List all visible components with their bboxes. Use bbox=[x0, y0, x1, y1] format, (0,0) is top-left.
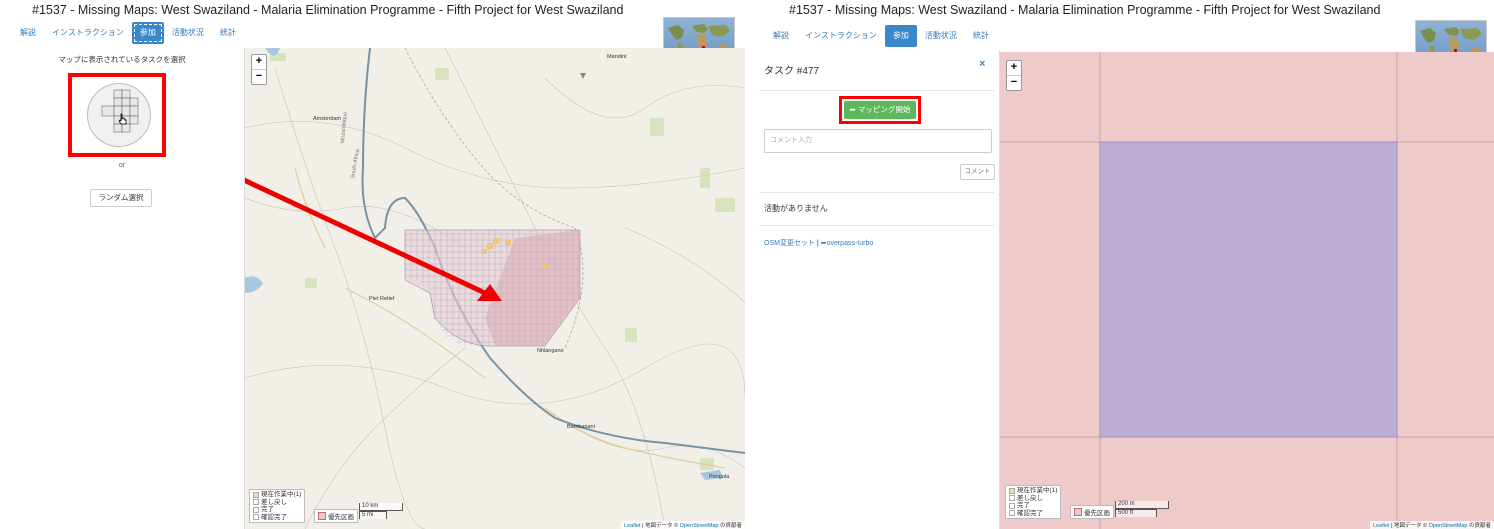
divider bbox=[759, 90, 994, 91]
start-mapping-label: マッピング開始 bbox=[857, 105, 911, 114]
task-sidebar: タスク #477 × ➦ マッピング開始 コメント入力 コメント 活動がありませ… bbox=[749, 50, 1000, 529]
project-title: #1537 - Missing Maps: West Swaziland - M… bbox=[789, 3, 1381, 17]
or-separator: or bbox=[118, 162, 126, 169]
zoom-in-button[interactable]: + bbox=[1007, 61, 1021, 75]
tab-instructions[interactable]: インストラクション bbox=[44, 22, 132, 44]
legend-validated: 確認完了 bbox=[261, 513, 287, 521]
place-label-amsterdam: Amsterdam bbox=[313, 116, 342, 122]
task-overview-minimap[interactable] bbox=[87, 83, 151, 147]
legend-swatch-priority bbox=[318, 512, 326, 520]
task-links: OSM変更セット | ➦overpass-turbo bbox=[764, 238, 873, 248]
legend-validated: 確認完了 bbox=[1017, 509, 1043, 517]
scale-bar: 200 m 500 ft bbox=[1115, 501, 1169, 517]
place-label-nhlangano: Nhlangano bbox=[537, 348, 564, 354]
highlight-box-minimap bbox=[68, 73, 166, 157]
legend-swatch-locked bbox=[253, 491, 259, 498]
legend-swatch-invalidated bbox=[1009, 495, 1015, 502]
tab-contribute[interactable]: 参加 bbox=[884, 25, 917, 47]
zoom-out-button[interactable]: − bbox=[1007, 75, 1021, 90]
start-mapping-button[interactable]: ➦ マッピング開始 bbox=[844, 101, 916, 119]
map-legend: 現在作業中(1) 差し戻し 完了 確認完了 bbox=[249, 489, 306, 523]
comment-button[interactable]: コメント bbox=[960, 164, 995, 180]
leaflet-link[interactable]: Leaflet bbox=[624, 523, 641, 529]
task-selection-sidebar: マップに表示されているタスクを選択 or ランダム選択 bbox=[0, 48, 245, 529]
legend-invalidated: 差し戻し bbox=[1017, 494, 1043, 502]
osm-link[interactable]: OpenStreetMap bbox=[1429, 523, 1468, 529]
zoom-control: + − bbox=[1006, 60, 1022, 91]
legend-invalidated: 差し戻し bbox=[261, 498, 287, 506]
map-attribution: Leaflet | 地図データ © OpenStreetMap の貢献者 bbox=[621, 521, 745, 529]
legend-swatch-validated bbox=[253, 514, 259, 521]
scale-imperial: 5 mi bbox=[359, 511, 387, 519]
place-label-mandini: Mandini bbox=[607, 54, 627, 60]
attribution-suffix: の貢献者 bbox=[718, 523, 742, 529]
attribution-text: | 地図データ © bbox=[640, 523, 680, 529]
link-separator: | bbox=[816, 240, 819, 247]
project-tabs: 解説 インストラクション 参加 活動状況 統計 bbox=[765, 25, 997, 47]
osm-changesets-link[interactable]: OSM変更セット bbox=[764, 240, 815, 247]
scale-imperial: 500 ft bbox=[1115, 509, 1157, 517]
highlight-box-start: ➦ マッピング開始 bbox=[839, 96, 921, 124]
legend-done: 完了 bbox=[261, 506, 274, 513]
tab-activity[interactable]: 活動状況 bbox=[164, 22, 212, 44]
place-label-pongola: Pongola bbox=[709, 474, 730, 480]
legend-swatch-done bbox=[253, 506, 259, 513]
selected-task-cell[interactable] bbox=[1099, 141, 1398, 438]
zoom-out-button[interactable]: − bbox=[252, 69, 266, 84]
attribution-text: | 地図データ © bbox=[1389, 523, 1429, 529]
legend-priority: 優先区画 bbox=[328, 514, 354, 521]
task-cells bbox=[1000, 52, 1494, 529]
osm-link[interactable]: OpenStreetMap bbox=[680, 523, 719, 529]
project-map[interactable]: Mandini Amsterdam Piet Retief Nhlangano … bbox=[245, 48, 745, 529]
divider bbox=[759, 225, 994, 226]
place-label-piet-retief: Piet Retief bbox=[369, 296, 395, 302]
legend-locked: 現在作業中(1) bbox=[261, 491, 302, 498]
legend-priority: 優先区画 bbox=[1084, 510, 1110, 517]
leaflet-link[interactable]: Leaflet bbox=[1373, 523, 1390, 529]
hand-cursor-icon bbox=[118, 113, 127, 125]
priority-legend: 優先区画 bbox=[314, 509, 358, 523]
attribution-suffix: の貢献者 bbox=[1467, 523, 1491, 529]
tab-stats[interactable]: 統計 bbox=[965, 25, 997, 47]
close-icon[interactable]: × bbox=[979, 58, 985, 70]
zoom-in-button[interactable]: + bbox=[252, 55, 266, 69]
legend-swatch-invalidated bbox=[253, 499, 259, 506]
random-task-button[interactable]: ランダム選択 bbox=[90, 189, 152, 207]
tab-contribute[interactable]: 参加 bbox=[131, 22, 164, 44]
divider bbox=[759, 192, 994, 193]
zoom-control: + − bbox=[251, 54, 267, 85]
select-prompt: マップに表示されているタスクを選択 bbox=[58, 55, 186, 64]
scale-bar: 10 km 5 mi bbox=[359, 503, 403, 519]
tab-description[interactable]: 解説 bbox=[765, 25, 797, 47]
project-tabs: 解説 インストラクション 参加 活動状況 統計 bbox=[12, 22, 244, 44]
scale-metric: 200 m bbox=[1115, 501, 1169, 509]
scale-metric: 10 km bbox=[359, 503, 403, 511]
tab-instructions[interactable]: インストラクション bbox=[797, 25, 885, 47]
legend-done: 完了 bbox=[1017, 502, 1030, 509]
priority-legend: 優先区画 bbox=[1070, 505, 1114, 519]
comment-input[interactable]: コメント入力 bbox=[764, 129, 992, 153]
map-legend: 現在作業中(1) 差し戻し 完了 確認完了 bbox=[1005, 485, 1062, 519]
legend-swatch-locked bbox=[1009, 487, 1015, 494]
map-attribution: Leaflet | 地図データ © OpenStreetMap の貢献者 bbox=[1370, 521, 1494, 529]
legend-swatch-priority bbox=[1074, 508, 1082, 516]
legend-swatch-validated bbox=[1009, 510, 1015, 517]
place-label-bambanani: Bambanani bbox=[567, 424, 595, 430]
tab-stats[interactable]: 統計 bbox=[212, 22, 244, 44]
tab-description[interactable]: 解説 bbox=[12, 22, 44, 44]
legend-locked: 現在作業中(1) bbox=[1017, 487, 1058, 494]
project-title: #1537 - Missing Maps: West Swaziland - M… bbox=[32, 3, 624, 17]
task-map[interactable]: + − 現在作業中(1) 差し戻し 完了 確認完了 優先区画 200 m 500… bbox=[1000, 52, 1494, 529]
legend-swatch-done bbox=[1009, 502, 1015, 509]
share-arrow-icon: ➦ bbox=[849, 105, 856, 114]
tab-activity[interactable]: 活動状況 bbox=[917, 25, 965, 47]
no-activity-text: 活動がありません bbox=[764, 204, 828, 213]
task-title: タスク #477 bbox=[764, 66, 820, 77]
overpass-turbo-link[interactable]: overpass-turbo bbox=[827, 240, 874, 247]
left-screenshot: #1537 - Missing Maps: West Swaziland - M… bbox=[0, 0, 745, 529]
right-screenshot: #1537 - Missing Maps: West Swaziland - M… bbox=[749, 0, 1494, 529]
